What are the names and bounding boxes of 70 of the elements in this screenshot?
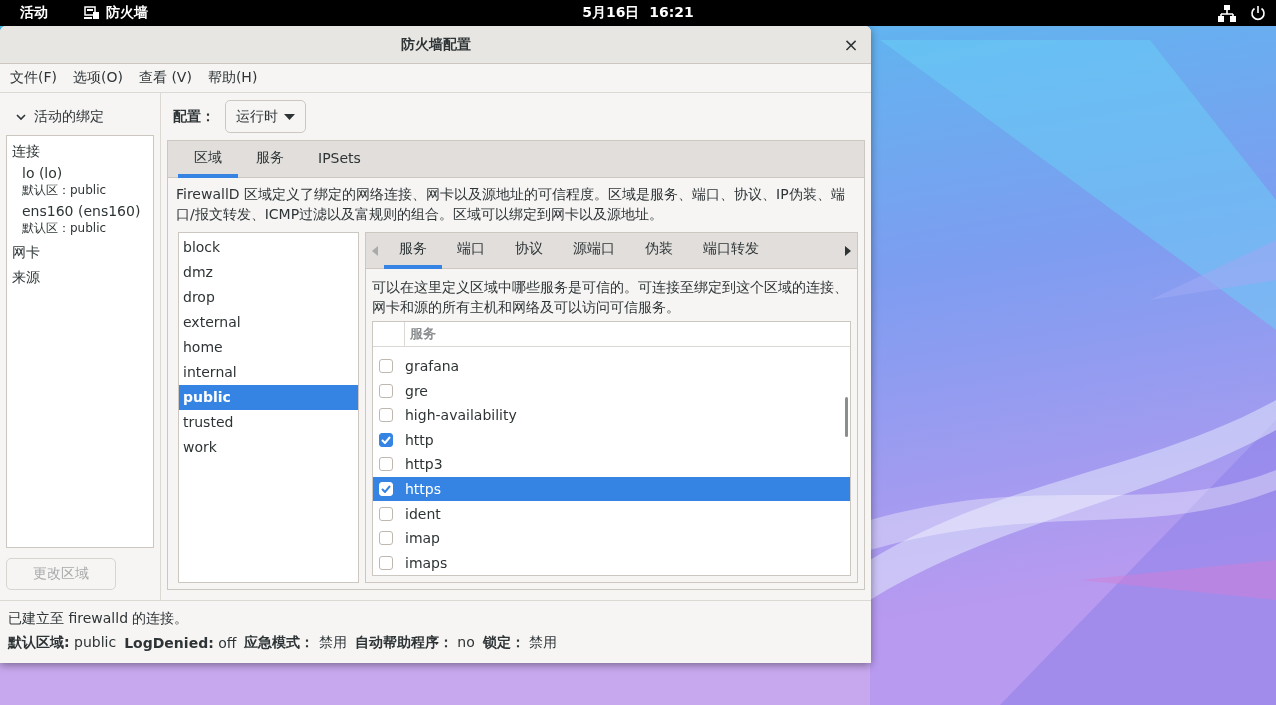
status-message: 已建立至 firewalld 的连接。 [8,609,190,628]
checkbox[interactable] [379,408,393,423]
config-label: 配置： [173,107,215,126]
status-field: 自动帮助程序： no [354,634,475,652]
dropdown-arrow-icon [284,113,295,120]
binding-zone: 默认区：public [22,220,108,236]
checkbox[interactable] [379,457,393,472]
tab[interactable]: 服务 [384,233,442,269]
chevron-down-icon[interactable] [16,113,26,121]
power-icon[interactable] [1250,5,1266,21]
service-row[interactable]: gre [373,378,850,403]
service-row[interactable]: grafana [373,353,850,379]
zone-item[interactable]: external [179,310,358,335]
app-icon [84,6,100,20]
checkbox[interactable] [379,359,393,374]
status-field: 默认区域: public [8,634,117,652]
zone-item[interactable]: dmz [179,260,358,285]
checkbox[interactable] [379,531,393,546]
activities-button[interactable]: 活动 [20,4,48,22]
status-field: 应急模式： 禁用 [244,634,347,652]
tab[interactable]: 协议 [500,233,558,269]
tab[interactable]: 源端口 [558,233,630,269]
service-row[interactable]: high-availability [373,403,850,428]
section-label: 连接 [12,142,41,161]
menu-item[interactable]: 查看 (V) [130,69,200,87]
tab[interactable]: 服务 [240,141,300,178]
service-row[interactable]: http3 [373,452,850,477]
binding-name[interactable]: ens160 (ens160) [22,202,148,220]
service-row[interactable]: imaps [373,550,850,575]
zone-item[interactable]: internal [179,360,358,385]
close-button[interactable]: × [839,32,863,56]
zone-description: FirewallD 区域定义了绑定的网络连接、网卡以及源地址的可信程度。区域是服务、端口、协议、IP伪装、端口/报文转发、ICMP过滤以及富规则的组合。区域可以绑定到网卡以及源地址。 [175,185,846,224]
menu-item[interactable]: 帮助(H) [199,69,266,87]
binding-zone: 默认区：public [22,182,108,198]
tab[interactable]: 伪装 [630,233,688,269]
checkbox[interactable] [379,506,393,521]
service-row[interactable]: ident [373,501,850,526]
service-row[interactable]: http [373,427,850,453]
binding-name[interactable]: lo (lo) [22,164,148,182]
tab[interactable]: IPSets [302,141,377,178]
tab[interactable]: 端口 [442,233,500,269]
section-label: 网卡 [12,243,41,262]
service-row[interactable]: imap [373,525,850,551]
tab[interactable]: 端口转发 [688,233,774,269]
status-field: 锁定： 禁用 [482,634,558,652]
config-dropdown[interactable]: 运行时 [225,100,306,133]
scroll-left-icon[interactable] [372,245,378,256]
status-field: LogDenied: off [124,635,237,651]
checkbox[interactable] [379,555,393,570]
section-label: 来源 [12,268,41,287]
network-icon[interactable] [1218,4,1236,22]
scrollbar[interactable] [845,397,848,437]
service-row[interactable]: https [373,476,850,502]
expander-label[interactable]: 活动的绑定 [34,108,104,126]
zone-item[interactable]: work [179,435,358,460]
app-menu[interactable]: 防火墙 [106,4,148,22]
menu-item[interactable]: 选项(O) [65,69,131,87]
menu-item[interactable]: 文件(F) [2,69,65,87]
window-title: 防火墙配置 [400,35,471,54]
checkbox[interactable] [379,383,393,398]
zone-item[interactable]: trusted [179,410,358,435]
services-description: 可以在这里定义区域中哪些服务是可信的。可连接至绑定到这个区域的连接、网卡和源的所有主机和网络及可以访问可信服务。 [371,278,849,317]
zone-item[interactable]: public [179,385,358,410]
scroll-right-icon[interactable] [845,245,851,256]
zone-item[interactable]: home [179,335,358,360]
clock[interactable]: 5月16日 16:21 [582,4,694,20]
checkbox[interactable] [379,432,393,447]
zone-item[interactable]: drop [179,285,358,310]
zone-item[interactable]: block [179,235,358,260]
tab[interactable]: 区域 [178,141,238,178]
